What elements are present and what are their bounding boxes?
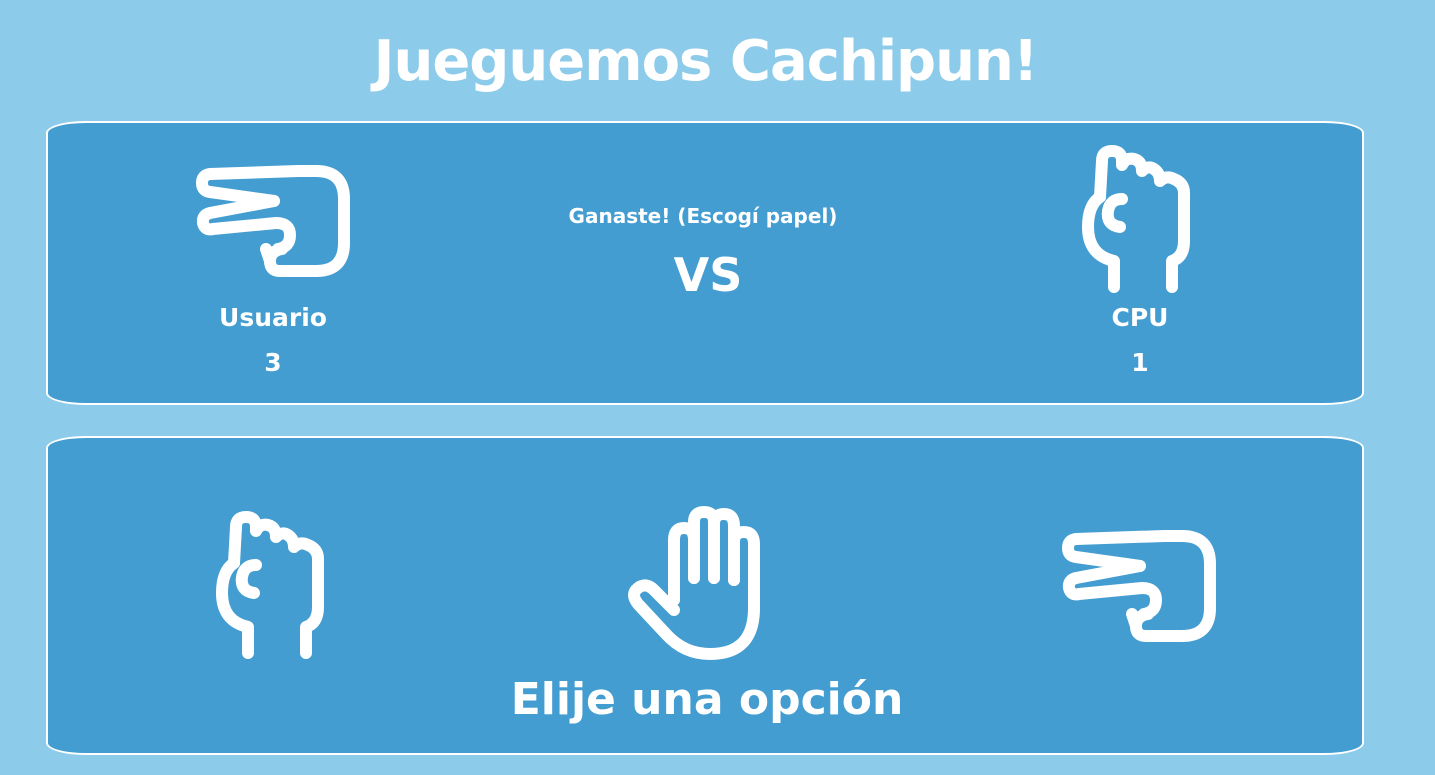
round-result-text: Ganaste! (Escogí papel)	[568, 204, 838, 228]
scoreboard-panel: Usuario 3 Ganaste! (Escogí papel) VS CPU…	[46, 121, 1364, 405]
choose-rock-button[interactable]	[214, 510, 332, 660]
vs-label: VS	[673, 248, 743, 302]
game-page: Jueguemos Cachipun! Usuario 3 Ganaste! (…	[0, 0, 1435, 775]
choices-panel: Elije una opción	[46, 436, 1364, 755]
cpu-score: 1	[1131, 348, 1149, 377]
choose-scissors-button[interactable]	[1062, 526, 1216, 646]
scissors-hand-icon	[196, 161, 350, 281]
choose-paper-button[interactable]	[628, 506, 774, 660]
paper-hand-icon	[628, 506, 774, 660]
rock-fist-icon	[1080, 145, 1198, 293]
choose-option-prompt: Elije una opción	[510, 674, 904, 725]
scissors-hand-icon	[1062, 526, 1216, 646]
cpu-label: CPU	[1111, 303, 1169, 332]
page-title: Jueguemos Cachipun!	[373, 29, 1039, 94]
user-score: 3	[264, 348, 282, 377]
user-label: Usuario	[219, 303, 327, 332]
rock-fist-icon	[214, 510, 332, 660]
